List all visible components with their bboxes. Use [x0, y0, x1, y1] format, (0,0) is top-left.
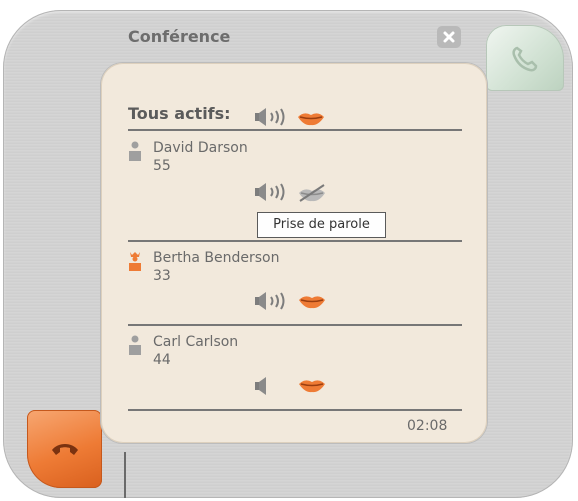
speaker-icon[interactable]	[253, 107, 291, 131]
speaker-icon[interactable]	[253, 182, 291, 206]
divider	[124, 452, 126, 498]
person-icon	[129, 141, 141, 161]
separator	[128, 129, 462, 131]
participant-name: Bertha Benderson	[153, 250, 280, 266]
participant-number: 55	[153, 158, 171, 174]
participant-number: 44	[153, 352, 171, 368]
call-timer: 02:08	[407, 418, 448, 434]
separator	[128, 240, 462, 242]
close-button[interactable]	[437, 26, 461, 48]
speaker-icon[interactable]	[253, 291, 291, 315]
lips-icon[interactable]	[296, 109, 326, 131]
lips-icon[interactable]	[297, 292, 327, 314]
separator	[128, 409, 462, 411]
tooltip: Prise de parole	[257, 212, 386, 238]
participant-name: Carl Carlson	[153, 334, 239, 350]
lips-muted-icon[interactable]	[296, 183, 328, 207]
separator	[128, 324, 462, 326]
participant-name: David Darson	[153, 140, 248, 156]
phone-icon	[512, 46, 538, 72]
participant-number: 33	[153, 268, 171, 284]
hangup-button[interactable]	[486, 25, 564, 91]
speaker-muted-icon[interactable]	[253, 376, 269, 400]
person-icon	[129, 335, 141, 355]
person-moderator-icon	[129, 252, 141, 271]
call-button[interactable]	[27, 410, 102, 488]
lips-icon[interactable]	[297, 376, 327, 398]
phone-icon	[51, 444, 78, 455]
close-icon	[443, 31, 455, 43]
all-active-label: Tous actifs:	[128, 104, 231, 123]
window-title: Conférence	[128, 27, 231, 46]
